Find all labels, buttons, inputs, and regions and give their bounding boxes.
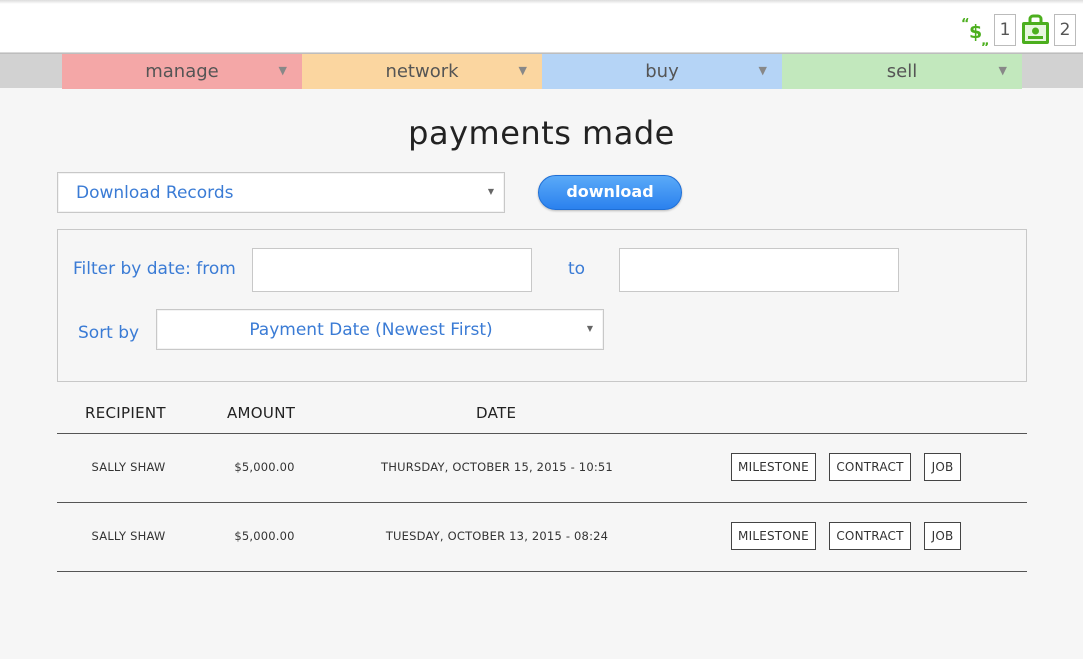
milestone-link[interactable]: MILESTONE (731, 522, 816, 550)
table-row: SALLY SHAW $5,000.00 THURSDAY, OCTOBER 1… (57, 434, 1027, 503)
chevron-down-icon: ▼ (758, 64, 767, 77)
cell-recipient: SALLY SHAW (91, 529, 166, 543)
contract-link[interactable]: CONTRACT (829, 453, 911, 481)
main-nav: manage ▼ network ▼ buy ▼ sell ▼ (0, 53, 1083, 89)
download-button[interactable]: download (538, 175, 682, 210)
chevron-down-icon: ▼ (998, 64, 1007, 77)
caret-down-icon: ▼ (586, 324, 593, 333)
payments-table-header: RECIPIENT AMOUNT DATE (57, 395, 1027, 433)
nav-item-sell[interactable]: sell ▼ (782, 54, 1022, 89)
top-bar: “ $ „ 1 2 (0, 0, 1083, 53)
sort-by-value: Payment Date (Newest First) (249, 320, 493, 340)
download-records-value: Download Records (76, 183, 234, 203)
jobs-icon[interactable] (1020, 14, 1052, 46)
sort-by-select[interactable]: Payment Date (Newest First) ▼ (156, 309, 604, 350)
table-divider (57, 571, 1027, 572)
nav-item-manage[interactable]: manage ▼ (62, 54, 302, 89)
payments-count-badge: 1 (994, 14, 1016, 46)
milestone-link[interactable]: MILESTONE (731, 453, 816, 481)
jobs-count-badge: 2 (1054, 14, 1076, 46)
top-bar-shadow (0, 0, 1083, 4)
date-to-input[interactable] (619, 248, 899, 292)
filter-to-label: to (568, 259, 586, 279)
chevron-down-icon: ▼ (278, 64, 287, 77)
cell-amount: $5,000.00 (234, 529, 295, 543)
job-link[interactable]: JOB (924, 522, 961, 550)
table-row: SALLY SHAW $5,000.00 TUESDAY, OCTOBER 13… (57, 503, 1027, 572)
column-header-amount: AMOUNT (227, 404, 296, 422)
cell-recipient: SALLY SHAW (91, 460, 166, 474)
column-header-recipient: RECIPIENT (85, 404, 166, 422)
nav-item-label: buy (645, 61, 679, 82)
page-title: payments made (408, 114, 675, 152)
svg-text:„: „ (981, 34, 990, 46)
chevron-down-icon: ▼ (518, 64, 527, 77)
payments-notification[interactable]: “ $ „ 1 (960, 14, 1016, 49)
job-link[interactable]: JOB (924, 453, 961, 481)
cell-amount: $5,000.00 (234, 460, 295, 474)
download-records-select[interactable]: Download Records ▼ (57, 172, 505, 213)
nav-item-buy[interactable]: buy ▼ (542, 54, 782, 89)
filter-date-label: Filter by date: from (73, 259, 236, 279)
sort-by-label: Sort by (78, 323, 140, 343)
caret-down-icon: ▼ (487, 187, 494, 196)
contract-link[interactable]: CONTRACT (829, 522, 911, 550)
date-from-input[interactable] (252, 248, 532, 292)
cell-date: THURSDAY, OCTOBER 15, 2015 - 10:51 (381, 460, 613, 474)
jobs-notification[interactable]: 2 (1020, 14, 1076, 46)
column-header-date: DATE (476, 404, 517, 422)
cell-date: TUESDAY, OCTOBER 13, 2015 - 08:24 (385, 529, 609, 543)
nav-item-network[interactable]: network ▼ (302, 54, 542, 89)
payments-icon[interactable]: “ $ „ (960, 14, 992, 49)
nav-item-label: manage (145, 61, 219, 82)
nav-item-label: sell (886, 61, 918, 82)
nav-item-label: network (385, 61, 459, 82)
